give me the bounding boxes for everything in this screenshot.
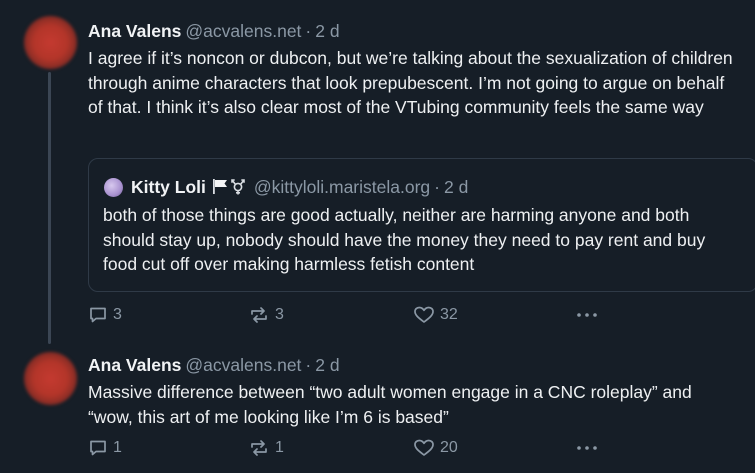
- ellipsis-icon: [575, 438, 599, 458]
- more-options-button[interactable]: [575, 438, 599, 458]
- reply-button[interactable]: 3: [88, 305, 122, 325]
- post-actions: 3 3 32: [88, 305, 608, 329]
- quote-header: Kitty Loli @kittyloli.maristela.org · 2 d: [131, 176, 468, 200]
- thread: Ana Valens @acvalens.net · 2 d I agree if i…: [0, 0, 755, 473]
- quote-avatar: [104, 178, 123, 197]
- repost-count: 1: [275, 439, 284, 456]
- more-options-button[interactable]: [575, 305, 599, 325]
- ellipsis-icon: [575, 305, 599, 325]
- post-header: Ana Valens @acvalens.net · 2 d: [88, 354, 340, 376]
- like-count: 32: [440, 306, 458, 323]
- handle[interactable]: @acvalens.net: [185, 355, 301, 375]
- separator-dot: ·: [305, 355, 312, 375]
- post-header: Ana Valens @acvalens.net · 2 d: [88, 20, 340, 42]
- quote-text: both of those things are good actually, …: [103, 205, 706, 274]
- white-flag-and-transgender-symbol-icon: [212, 177, 250, 200]
- avatar[interactable]: [24, 16, 77, 69]
- quote-timestamp: 2 d: [443, 177, 469, 197]
- repost-count: 3: [275, 306, 284, 323]
- separator-dot: ·: [434, 177, 440, 197]
- speech-bubble-icon: [88, 305, 108, 325]
- quote-display-name: Kitty Loli: [131, 177, 206, 197]
- quoted-post[interactable]: Kitty Loli @kittyloli.maristela.org · 2 d …: [88, 158, 755, 292]
- like-button[interactable]: 20: [413, 438, 458, 458]
- post-text: I agree if it’s noncon or dubcon, but we…: [88, 48, 733, 117]
- thread-connector-line: [48, 72, 51, 344]
- display-name[interactable]: Ana Valens: [88, 21, 181, 41]
- reply-count: 3: [113, 306, 122, 323]
- repost-arrows-icon: [248, 305, 270, 325]
- reply-count: 1: [113, 439, 122, 456]
- repost-button[interactable]: 3: [248, 305, 284, 325]
- like-button[interactable]: 32: [413, 305, 458, 325]
- handle[interactable]: @acvalens.net: [185, 21, 301, 41]
- avatar[interactable]: [24, 352, 77, 405]
- display-name[interactable]: Ana Valens: [88, 355, 181, 375]
- quote-handle: @kittyloli.maristela.org: [253, 177, 431, 197]
- post-actions: 1 1 20: [88, 438, 608, 462]
- speech-bubble-icon: [88, 438, 108, 458]
- timestamp[interactable]: 2 d: [315, 21, 339, 41]
- repost-button[interactable]: 1: [248, 438, 284, 458]
- like-count: 20: [440, 439, 458, 456]
- separator-dot: ·: [305, 21, 312, 41]
- reply-button[interactable]: 1: [88, 438, 122, 458]
- repost-arrows-icon: [248, 438, 270, 458]
- timestamp[interactable]: 2 d: [315, 355, 339, 375]
- post-text: Massive difference between “two adult wo…: [88, 382, 692, 427]
- heart-icon: [413, 305, 435, 325]
- heart-icon: [413, 438, 435, 458]
